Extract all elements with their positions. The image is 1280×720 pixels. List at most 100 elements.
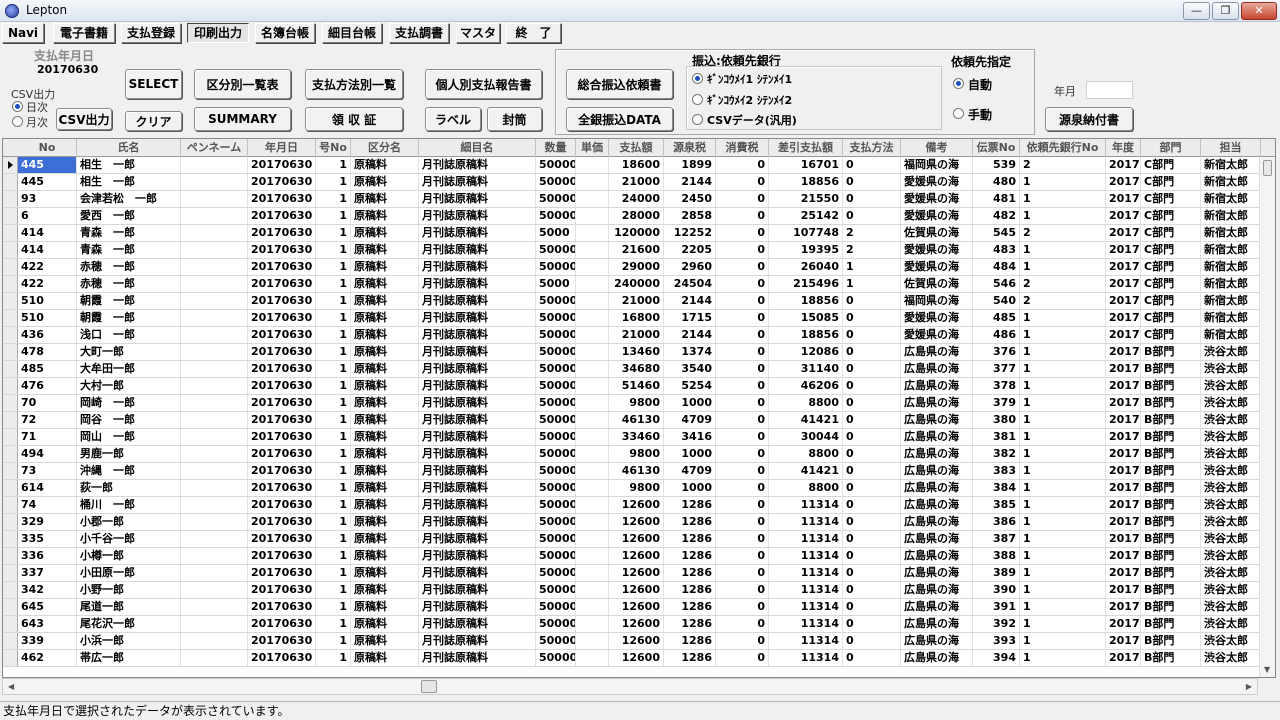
row-selector[interactable] [3,548,18,564]
table-cell[interactable]: 21600 [609,242,664,258]
table-cell[interactable]: 0 [716,531,769,547]
table-cell[interactable] [181,361,248,377]
table-cell[interactable]: 20170630 [248,208,316,224]
table-cell[interactable]: 478 [18,344,77,360]
table-cell[interactable]: 会津若松 一郎 [77,191,181,207]
table-cell[interactable]: 1 [316,191,351,207]
row-selector[interactable] [3,446,18,462]
table-cell[interactable]: 1 [1020,395,1106,411]
table-cell[interactable]: 帯広一郎 [77,650,181,666]
scroll-left-arrow-icon[interactable]: ◀ [8,682,14,691]
table-cell[interactable]: 0 [716,157,769,173]
table-cell[interactable]: 1286 [664,497,716,513]
table-cell[interactable]: 20170630 [248,582,316,598]
table-cell[interactable]: 2017 [1106,497,1141,513]
withholding-tax-form-button[interactable]: 源泉納付書 [1045,107,1133,131]
table-cell[interactable]: 21000 [609,174,664,190]
table-row[interactable]: 342 小野一郎 20170630 1 原稿料 月刊誌原稿料 50000 12600 1286 0… [3,582,1261,599]
scroll-right-arrow-icon[interactable]: ▶ [1246,682,1252,691]
table-cell[interactable]: 1 [1020,650,1106,666]
table-cell[interactable]: 0 [843,599,901,615]
table-cell[interactable]: 1 [316,633,351,649]
table-cell[interactable]: 大町一郎 [77,344,181,360]
table-cell[interactable]: 新宿太郎 [1201,174,1261,190]
column-header[interactable]: 単価 [576,139,609,157]
column-header[interactable]: 号No [316,139,351,157]
table-cell[interactable]: 沖縄 一郎 [77,463,181,479]
table-cell[interactable]: 新宿太郎 [1201,327,1261,343]
table-cell[interactable]: 月刊誌原稿料 [419,344,536,360]
table-cell[interactable]: 20170630 [248,565,316,581]
table-row[interactable]: 414 青森 一郎 20170630 1 原稿料 月刊誌原稿料 50000 21600 2205… [3,242,1261,259]
table-cell[interactable]: 18856 [769,293,843,309]
table-cell[interactable]: 1286 [664,582,716,598]
table-cell[interactable]: 広島県の海 [901,463,973,479]
table-cell[interactable]: 394 [973,650,1020,666]
table-cell[interactable]: 1 [316,310,351,326]
table-cell[interactable]: 50000 [536,514,576,530]
table-cell[interactable]: 1899 [664,157,716,173]
table-cell[interactable]: 0 [716,242,769,258]
table-cell[interactable]: 渋谷太郎 [1201,599,1261,615]
table-cell[interactable]: 486 [973,327,1020,343]
table-cell[interactable]: 0 [716,650,769,666]
table-cell[interactable]: 渋谷太郎 [1201,429,1261,445]
table-cell[interactable]: 2017 [1106,395,1141,411]
table-cell[interactable]: 原稿料 [351,565,419,581]
table-cell[interactable]: 0 [843,548,901,564]
table-cell[interactable]: 50000 [536,582,576,598]
table-cell[interactable]: 0 [843,429,901,445]
table-cell[interactable]: B部門 [1141,361,1201,377]
table-cell[interactable]: 小千谷一郎 [77,531,181,547]
table-cell[interactable]: 相生 一郎 [77,157,181,173]
table-cell[interactable] [181,616,248,632]
table-cell[interactable]: 2017 [1106,429,1141,445]
table-cell[interactable]: 渋谷太郎 [1201,378,1261,394]
table-row[interactable]: 643 尾花沢一郎 20170630 1 原稿料 月刊誌原稿料 50000 12600 1286… [3,616,1261,633]
by-payment-method-list-button[interactable]: 支払方法別一覧 [305,69,403,99]
row-selector[interactable] [3,650,18,666]
table-cell[interactable]: 2017 [1106,174,1141,190]
column-header[interactable]: 支払方法 [843,139,901,157]
table-cell[interactable] [181,582,248,598]
table-cell[interactable]: 1286 [664,565,716,581]
table-cell[interactable]: 1 [316,344,351,360]
table-cell[interactable]: 原稿料 [351,497,419,513]
table-cell[interactable]: 33460 [609,429,664,445]
table-cell[interactable]: 渋谷太郎 [1201,531,1261,547]
radio-daily[interactable] [12,101,23,112]
table-cell[interactable] [576,191,609,207]
table-cell[interactable]: B部門 [1141,582,1201,598]
table-cell[interactable]: 385 [973,497,1020,513]
table-cell[interactable]: 41421 [769,463,843,479]
table-cell[interactable]: 0 [843,582,901,598]
table-cell[interactable]: 月刊誌原稿料 [419,174,536,190]
table-cell[interactable]: 12086 [769,344,843,360]
table-cell[interactable]: B部門 [1141,514,1201,530]
table-row[interactable]: 445 相生 一郎 20170630 1 原稿料 月刊誌原稿料 50000 18600 1899… [3,157,1261,174]
table-cell[interactable]: 0 [843,650,901,666]
table-cell[interactable] [576,497,609,513]
table-cell[interactable]: 20170630 [248,446,316,462]
column-header[interactable]: 細目名 [419,139,536,157]
table-cell[interactable]: 原稿料 [351,242,419,258]
row-selector[interactable] [3,412,18,428]
table-cell[interactable]: C部門 [1141,208,1201,224]
table-cell[interactable] [576,208,609,224]
table-cell[interactable]: 原稿料 [351,633,419,649]
row-selector[interactable] [3,633,18,649]
table-cell[interactable]: 1 [316,276,351,292]
table-cell[interactable]: 0 [843,531,901,547]
table-cell[interactable]: 8800 [769,395,843,411]
table-cell[interactable]: C部門 [1141,293,1201,309]
table-cell[interactable]: 広島県の海 [901,344,973,360]
table-cell[interactable]: 2017 [1106,412,1141,428]
table-cell[interactable]: 20170630 [248,599,316,615]
table-cell[interactable] [181,191,248,207]
table-cell[interactable]: 21000 [609,293,664,309]
table-cell[interactable]: B部門 [1141,446,1201,462]
pay-date-field[interactable]: 20170630 [34,63,98,79]
table-cell[interactable]: 広島県の海 [901,395,973,411]
table-cell[interactable]: 1 [316,412,351,428]
table-cell[interactable]: B部門 [1141,616,1201,632]
